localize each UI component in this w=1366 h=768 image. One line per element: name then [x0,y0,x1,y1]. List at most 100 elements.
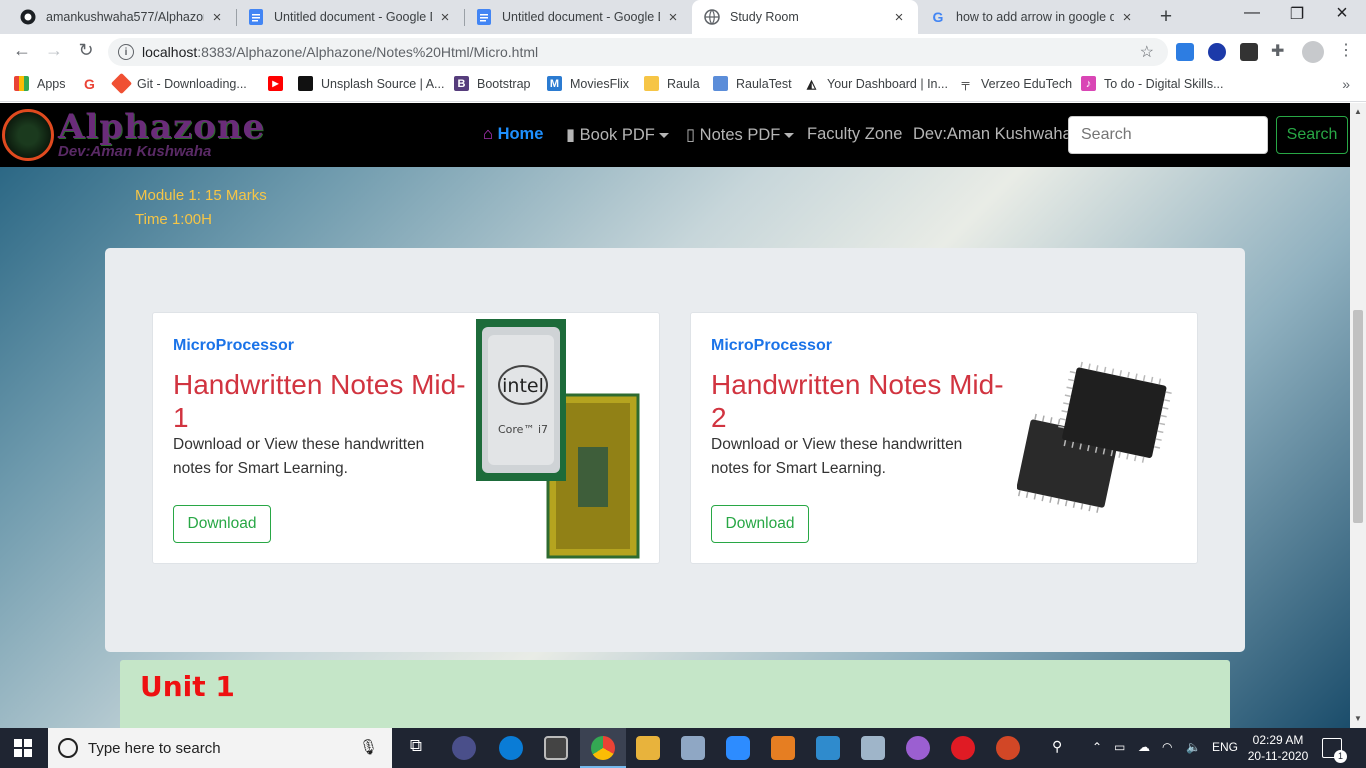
shield-extension-icon[interactable] [1176,43,1194,61]
tab-docs-2[interactable]: Untitled document - Google Docs × [464,0,692,34]
close-tab-icon[interactable]: × [210,9,224,26]
tab-docs-1[interactable]: Untitled document - Google Docs × [236,0,464,34]
chevron-up-icon[interactable]: ⌃ [1092,740,1102,754]
folder-icon [644,76,659,91]
url-host: localhost [142,44,198,60]
site-search-input[interactable] [1068,116,1268,154]
bookmark-apps[interactable]: Apps [14,76,66,91]
notes-card-mid-2: MicroProcessor Handwritten Notes Mid-2 D… [690,312,1198,564]
bookmark-git[interactable]: Git - Downloading... [110,72,247,95]
volume-icon[interactable]: 🔈 [1186,740,1201,754]
tab-study-room[interactable]: Study Room × [692,0,918,34]
onedrive-icon[interactable]: ☁ [1138,740,1150,754]
close-tab-icon[interactable]: × [1120,9,1134,26]
site-info-icon[interactable]: i [118,44,134,60]
address-bar[interactable]: i localhost:8383/Alphazone/Alphazone/Not… [108,38,1168,66]
download-button[interactable]: Download [173,505,271,543]
file-explorer-icon[interactable] [636,736,660,760]
close-tab-icon[interactable]: × [892,9,906,26]
battery-icon[interactable]: ▭ [1114,740,1125,754]
bookmark-google[interactable]: G [82,75,105,92]
nav-book-pdf[interactable]: ▮ Book PDF [566,125,669,145]
installer-icon[interactable] [681,736,705,760]
site-search-button[interactable]: Search [1276,116,1348,154]
microphone-icon[interactable]: 🎙 [359,738,378,756]
close-tab-icon[interactable]: × [438,9,452,26]
scroll-up-arrow-icon[interactable]: ▲ [1354,107,1362,116]
bookmark-todo[interactable]: ♪ To do - Digital Skills... [1081,76,1223,91]
scroll-down-arrow-icon[interactable]: ▼ [1354,714,1362,723]
windows-start-icon[interactable] [14,739,32,757]
tab-google-search[interactable]: G how to add arrow in google docs × [918,0,1146,34]
browser-toolbar: ← → ↻ i localhost:8383/Alphazone/Alphazo… [0,34,1366,70]
close-window-button[interactable]: × [1322,2,1362,25]
bookmark-raula[interactable]: Raula [644,76,700,91]
chrome-taskbar-slot[interactable] [580,728,626,768]
notification-count-badge: 1 [1334,750,1347,763]
bookmark-bootstrap[interactable]: B Bootstrap [454,76,531,91]
back-arrow-icon[interactable]: ← [10,40,34,61]
windows-taskbar: Type here to search 🎙 ⧉ ⚲ ⌃ ▭ ☁ ◠ 🔈 ENG … [0,728,1366,768]
bookmark-star-icon[interactable]: ☆ [1140,42,1154,62]
site-brand[interactable]: Alphazone [58,107,265,147]
new-tab-button[interactable]: + [1154,5,1178,29]
github-desktop-icon[interactable] [906,736,930,760]
module-time-text: Time 1:00H [135,211,212,228]
bookmark-unsplash[interactable]: Unsplash Source | A... [298,76,444,91]
profile-avatar[interactable] [1302,41,1324,63]
app-window-icon[interactable] [861,736,885,760]
language-indicator[interactable]: ENG [1212,740,1238,754]
opera-icon[interactable] [951,736,975,760]
extension-icon[interactable] [1208,43,1226,61]
search-icon [58,738,78,758]
chevron-down-icon [784,133,795,139]
more-bookmarks-icon[interactable]: » [1342,76,1350,92]
forward-arrow-icon[interactable]: → [42,40,66,61]
taskbar-search-box[interactable]: Type here to search 🎙 [48,728,392,768]
notes-card-mid-1: MicroProcessor Handwritten Notes Mid-1 D… [152,312,660,564]
card-description: Download or View these handwritten notes… [173,436,425,477]
download-button[interactable]: Download [711,505,809,543]
wifi-icon[interactable]: ◠ [1162,740,1172,754]
task-view-icon[interactable]: ⧉ [404,736,428,760]
close-tab-icon[interactable]: × [666,9,680,26]
verzeo-icon: ╤ [961,77,970,90]
cpu-chips-image [1017,361,1172,513]
zoom-icon[interactable] [726,736,750,760]
system-clock[interactable]: 02:29 AM 20-11-2020 [1244,732,1312,764]
card-title: Handwritten Notes Mid-2 [711,369,1004,433]
bookmark-dashboard[interactable]: ◭ Your Dashboard | In... [804,76,948,91]
globe-icon [704,9,720,25]
eclipse-app-icon[interactable] [452,736,476,760]
bookmark-youtube[interactable]: ▶ [268,76,291,91]
google-icon: G [84,75,95,92]
bookmark-verzeo[interactable]: ╤ Verzeo EduTech [958,76,1072,91]
page-scrollbar[interactable]: ▲ ▼ [1350,103,1366,728]
chevron-down-icon [658,133,669,139]
cube-extension-icon[interactable] [1240,43,1258,61]
card-subject: MicroProcessor [173,337,294,354]
alphazone-logo[interactable] [2,109,54,161]
nav-faculty-zone[interactable]: Faculty Zone [807,125,902,144]
more-menu-icon[interactable]: ⋮ [1338,40,1356,59]
bookmark-raulatest[interactable]: RaulaTest [713,76,792,91]
sublime-text-icon[interactable] [771,736,795,760]
nav-developer[interactable]: Dev:Aman Kushwaha [913,125,1072,144]
scrollbar-thumb[interactable] [1353,310,1363,523]
book-icon: ▮ [566,126,580,144]
reload-icon[interactable]: ↻ [74,40,98,61]
nav-home[interactable]: ⌂ Home [483,125,543,144]
bookmark-moviesflix[interactable]: M MoviesFlix [547,76,629,91]
edge-browser-icon[interactable] [499,736,523,760]
powerpoint-icon[interactable] [996,736,1020,760]
store-icon[interactable] [544,736,568,760]
people-icon[interactable]: ⚲ [1052,738,1062,755]
nav-notes-pdf[interactable]: ▯ Notes PDF [686,125,795,145]
maximize-button[interactable]: ❐ [1277,4,1317,24]
tab-github[interactable]: amankushwaha577/Alphazone × [8,0,236,34]
minimize-button[interactable]: — [1232,4,1272,22]
puzzle-extensions-icon[interactable]: ✚ [1271,41,1289,60]
card-description: Download or View these handwritten notes… [711,436,963,477]
virtualbox-icon[interactable] [816,736,840,760]
notification-center-icon[interactable]: 1 [1322,738,1347,763]
